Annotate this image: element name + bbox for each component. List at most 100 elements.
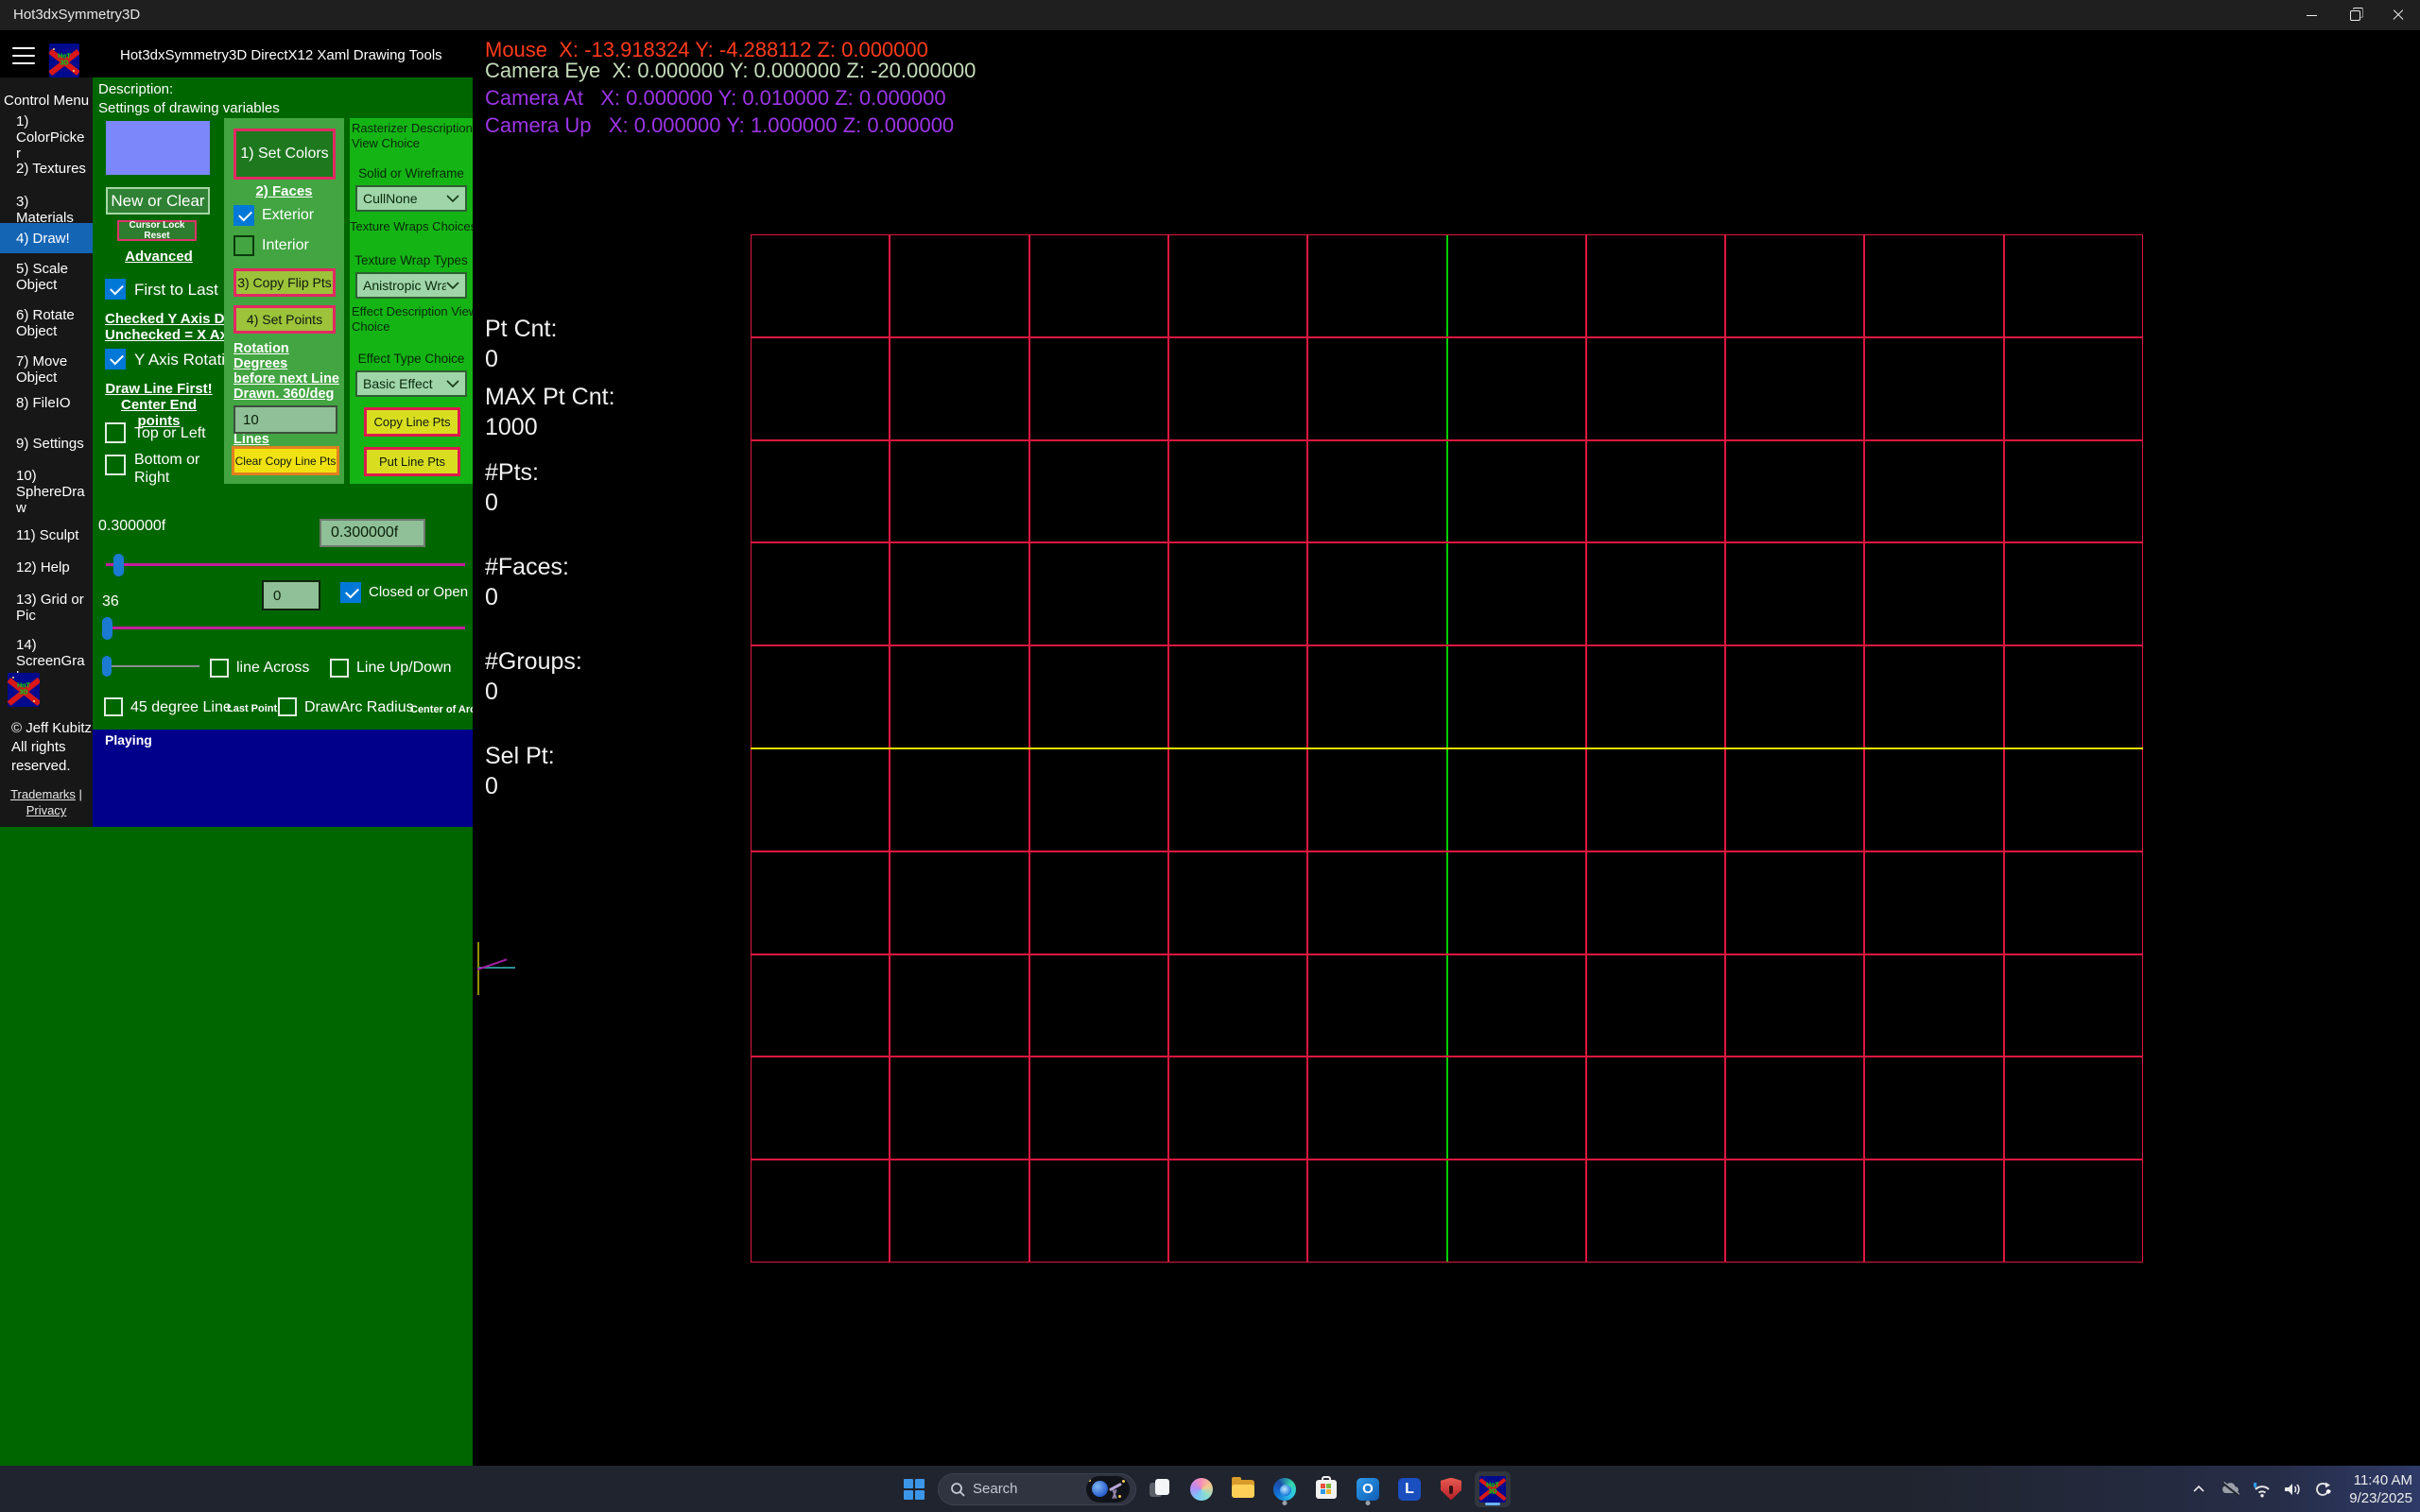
clear-copy-line-pts-button[interactable]: Clear Copy Line Pts [232, 446, 339, 475]
stat-label: #Groups: [485, 648, 582, 676]
store-button[interactable] [1308, 1471, 1344, 1507]
drawarc-radius-checkbox[interactable] [278, 697, 297, 716]
legal-links: Trademarks | Privacy [0, 786, 93, 818]
window-title: Hot3dxSymmetry3D [13, 7, 140, 23]
close-button[interactable] [2377, 0, 2420, 30]
y-axis-rotation-checkbox[interactable] [105, 349, 126, 369]
volume-icon[interactable] [2283, 1480, 2302, 1499]
sidebar-item-8[interactable]: 8) FileIO [0, 395, 93, 411]
cull-mode-dropdown[interactable]: CullNone [355, 185, 467, 212]
readout-line-3: Camera At X: 0.000000 Y: 0.010000 Z: 0.0… [485, 86, 946, 111]
stat-label: #Pts: [485, 459, 539, 487]
network-wifi-icon[interactable] [2252, 1480, 2271, 1499]
start-button[interactable] [896, 1471, 932, 1507]
copy-line-pts-button[interactable]: Copy Line Pts [364, 407, 460, 437]
deg45-line-checkbox[interactable] [104, 697, 123, 716]
l-app-button[interactable]: L [1392, 1471, 1427, 1507]
drawing-viewport[interactable]: Mouse X: -13.918324 Y: -4.288112 Z: 0.00… [473, 30, 2420, 1466]
trademarks-link[interactable]: Trademarks [10, 787, 76, 801]
privacy-link[interactable]: Privacy [26, 803, 67, 817]
sidebar-item-10[interactable]: 10) SphereDraw [0, 468, 93, 516]
effect-description-label: Effect Description ViewChoice [352, 304, 477, 335]
defender-button[interactable] [1433, 1471, 1469, 1507]
rasterizer-description-label: Rasterizer DescriptionView Choice [352, 121, 473, 151]
number-of-lines-input[interactable]: 10 [233, 405, 337, 434]
search-icon [950, 1482, 965, 1497]
edge-button[interactable] [1267, 1471, 1303, 1507]
bottom-or-right-checkbox[interactable] [105, 455, 126, 475]
sidebar-item-3[interactable]: 3) Materials [0, 194, 93, 226]
minimize-button[interactable] [2290, 0, 2333, 30]
chevron-down-icon [446, 195, 459, 202]
closed-or-open-checkbox[interactable] [340, 582, 361, 603]
stat-label: MAX Pt Cnt: [485, 384, 615, 411]
sidebar-item-11[interactable]: 11) Sculpt [0, 527, 93, 543]
last-point-label: Last Point [227, 703, 277, 714]
app-logo: HoT3D [49, 43, 79, 77]
windows-start-icon [904, 1479, 925, 1500]
readout-line-2: Camera Eye X: 0.000000 Y: 0.000000 Z: -2… [485, 59, 976, 83]
degrees-slider-thumb[interactable] [102, 617, 112, 640]
advanced-link[interactable]: Advanced [98, 249, 219, 265]
copilot-button[interactable] [1184, 1471, 1219, 1507]
tray-chevron-icon[interactable] [2189, 1480, 2208, 1499]
set-colors-button[interactable]: 1) Set Colors [233, 129, 336, 180]
interior-checkbox[interactable] [233, 235, 254, 256]
sidebar-item-4[interactable]: 4) Draw! [0, 223, 93, 253]
tray-clock[interactable]: 11:40 AM 9/23/2025 [2349, 1471, 2412, 1507]
degrees-label: 36 [102, 593, 119, 610]
close-icon [2393, 9, 2404, 21]
sidebar-item-13[interactable]: 13) Grid or Pic [0, 592, 93, 624]
float-value-input[interactable]: 0.300000f [320, 519, 425, 547]
put-line-pts-button[interactable]: Put Line Pts [364, 447, 460, 476]
set-points-button[interactable]: 4) Set Points [233, 305, 336, 334]
radius-slider-thumb[interactable] [113, 554, 124, 576]
sidebar-item-6[interactable]: 6) Rotate Object [0, 307, 93, 339]
copy-flip-pts-button[interactable]: 3) Copy Flip Pts [233, 268, 336, 297]
sidebar-item-9[interactable]: 9) Settings [0, 436, 93, 452]
task-view-button[interactable] [1142, 1471, 1178, 1507]
color-swatch[interactable] [106, 121, 210, 175]
shield-icon [1441, 1478, 1461, 1501]
small-slider-track[interactable] [107, 665, 199, 667]
first-to-last-checkbox[interactable] [105, 279, 126, 300]
hot3dx-app-button[interactable]: HoT3D [1475, 1471, 1511, 1507]
exterior-checkbox[interactable] [233, 205, 254, 226]
hamburger-menu-icon[interactable] [12, 47, 35, 64]
stat-value: 0 [485, 346, 498, 373]
faces-link[interactable]: 2) Faces [224, 183, 344, 199]
window-titlebar: Hot3dxSymmetry3D [0, 0, 2420, 30]
line-updown-label: Line Up/Down [356, 660, 452, 677]
taskbar: Search O L HoT3D [0, 1466, 2420, 1512]
effect-type-dropdown[interactable]: Basic Effect [355, 370, 467, 397]
sidebar-item-1[interactable]: 1) ColorPicker [0, 113, 93, 162]
sidebar-item-5[interactable]: 5) Scale Object [0, 261, 93, 293]
small-slider-thumb[interactable] [102, 656, 112, 677]
sidebar-item-2[interactable]: 2) Textures [0, 161, 93, 177]
drawarc-radius-label: DrawArc Radius [304, 699, 414, 716]
texture-wraps-choices-label: Texture Wraps Choices [350, 219, 476, 234]
restore-button[interactable] [2333, 0, 2377, 30]
task-view-icon [1150, 1479, 1170, 1500]
new-or-clear-button[interactable]: New or Clear [106, 187, 210, 215]
sidebar-item-7[interactable]: 7) Move Object [0, 353, 93, 386]
cursor-lock-reset-button[interactable]: Cursor Lock Reset [117, 220, 197, 241]
exterior-label: Exterior [262, 207, 314, 224]
first-to-last-label: First to Last [134, 281, 218, 300]
radius-slider-track[interactable] [106, 563, 465, 566]
int-value-input[interactable]: 0 [262, 580, 320, 610]
degrees-slider-track[interactable] [106, 627, 465, 629]
windows-update-icon[interactable] [2314, 1480, 2333, 1499]
search-input[interactable]: Search [938, 1473, 1136, 1505]
file-explorer-button[interactable] [1225, 1471, 1261, 1507]
axis-cursor-diagonal [477, 958, 508, 971]
sidebar-item-12[interactable]: 12) Help [0, 559, 93, 576]
top-or-left-checkbox[interactable] [105, 422, 126, 443]
line-updown-checkbox[interactable] [330, 659, 349, 678]
app-title: Hot3dxSymmetry3D DirectX12 Xaml Drawing … [120, 47, 442, 63]
onedrive-icon[interactable] [2221, 1480, 2239, 1499]
outlook-icon: O [1357, 1478, 1379, 1501]
line-across-checkbox[interactable] [210, 659, 229, 678]
texture-wrap-dropdown[interactable]: Anistropic Wra [355, 272, 467, 299]
outlook-button[interactable]: O [1350, 1471, 1386, 1507]
